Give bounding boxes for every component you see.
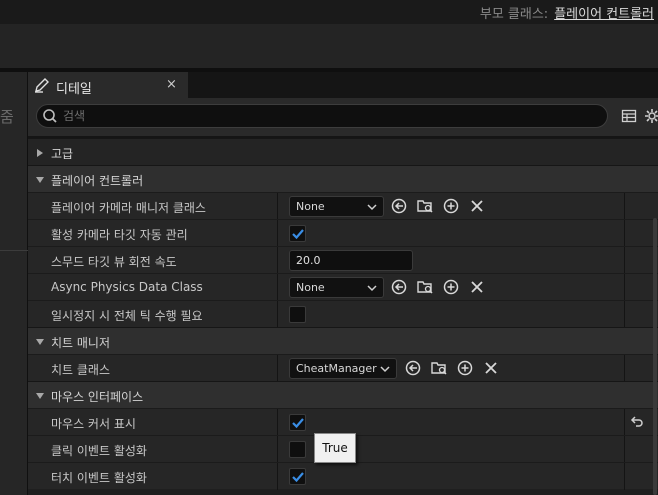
search-input[interactable] bbox=[63, 107, 593, 125]
tab-details[interactable]: 디테일 × bbox=[28, 72, 188, 98]
parent-class-label: 부모 클래스: bbox=[479, 7, 549, 22]
property-label: 마우스 커서 표시 bbox=[51, 417, 136, 431]
property-row: 치트 클래스 CheatManager bbox=[28, 354, 658, 382]
collapse-arrow-icon bbox=[36, 339, 44, 345]
viewport-cut-text: 줌 bbox=[0, 108, 14, 126]
dropdown-value: None bbox=[296, 281, 325, 294]
clear-icon[interactable] bbox=[483, 360, 499, 376]
parent-class-info: 부모 클래스: 플레이어 컨트롤러 bbox=[480, 3, 654, 22]
full-tick-when-paused-checkbox[interactable] bbox=[289, 306, 306, 323]
settings-gear-icon[interactable] bbox=[644, 108, 658, 124]
property-row: Async Physics Data Class None bbox=[28, 273, 658, 301]
property-label: 스무드 타깃 뷰 회전 속도 bbox=[51, 255, 177, 269]
scrollbar[interactable] bbox=[653, 218, 657, 495]
checkmark-icon bbox=[292, 229, 304, 240]
collapse-arrow-icon bbox=[36, 177, 44, 183]
grid-line bbox=[0, 250, 28, 251]
table-view-icon[interactable] bbox=[621, 108, 637, 124]
property-row: 스무드 타깃 뷰 회전 속도 20.0 bbox=[28, 246, 658, 274]
expand-arrow-icon bbox=[37, 149, 43, 157]
tab-details-title: 디테일 bbox=[56, 82, 92, 97]
property-row: 일시정지 시 전체 틱 수행 필요 bbox=[28, 300, 658, 328]
category-advanced[interactable]: 고급 bbox=[28, 138, 658, 165]
category-player-controller[interactable]: 플레이어 컨트롤러 bbox=[28, 165, 658, 192]
top-bar: 부모 클래스: 플레이어 컨트롤러 bbox=[0, 0, 658, 24]
clear-icon[interactable] bbox=[469, 279, 485, 295]
checkmark-icon bbox=[292, 472, 304, 483]
parent-class-link[interactable]: 플레이어 컨트롤러 bbox=[554, 7, 654, 22]
add-icon[interactable] bbox=[457, 360, 473, 376]
property-row: 터치 이벤트 활성화 bbox=[28, 462, 658, 490]
dropdown-value: CheatManager bbox=[296, 362, 377, 375]
use-selected-icon[interactable] bbox=[391, 198, 407, 214]
property-label: 일시정지 시 전체 틱 수행 필요 bbox=[51, 309, 203, 323]
property-row: 플레이어 카메라 매니저 클래스 None bbox=[28, 192, 658, 220]
cheat-class-dropdown[interactable]: CheatManager bbox=[289, 358, 397, 379]
async-physics-data-class-dropdown[interactable]: None bbox=[289, 277, 384, 298]
property-label: 터치 이벤트 활성화 bbox=[51, 471, 147, 485]
browse-folder-icon[interactable] bbox=[431, 360, 447, 376]
category-cheat-manager[interactable]: 치트 매니저 bbox=[28, 327, 658, 354]
dropdown-value: None bbox=[296, 200, 325, 213]
auto-manage-camera-target-checkbox[interactable] bbox=[289, 225, 306, 242]
chevron-down-icon bbox=[380, 366, 390, 373]
browse-folder-icon[interactable] bbox=[417, 198, 433, 214]
category-cheat-manager-label: 치트 매니저 bbox=[51, 336, 111, 350]
property-row: 활성 카메라 타깃 자동 관리 bbox=[28, 219, 658, 247]
property-label: Async Physics Data Class bbox=[51, 280, 203, 294]
toolbar-area bbox=[0, 24, 658, 68]
browse-folder-icon[interactable] bbox=[417, 279, 433, 295]
close-icon[interactable]: × bbox=[166, 77, 177, 92]
chevron-down-icon bbox=[367, 285, 377, 292]
show-mouse-cursor-checkbox[interactable] bbox=[289, 414, 306, 431]
value-tooltip: True bbox=[314, 433, 356, 463]
search-icon bbox=[43, 109, 57, 123]
smooth-rotation-speed-field[interactable]: 20.0 bbox=[289, 250, 413, 271]
add-icon[interactable] bbox=[443, 198, 459, 214]
camera-manager-class-dropdown[interactable]: None bbox=[289, 196, 384, 217]
property-label: 활성 카메라 타깃 자동 관리 bbox=[51, 228, 188, 242]
category-advanced-label: 고급 bbox=[51, 147, 74, 161]
enable-touch-events-checkbox[interactable] bbox=[289, 468, 306, 485]
pencil-icon bbox=[35, 78, 49, 93]
property-label: 치트 클래스 bbox=[51, 363, 111, 377]
category-player-controller-label: 플레이어 컨트롤러 bbox=[51, 174, 144, 188]
reset-to-default-icon[interactable] bbox=[629, 414, 645, 430]
details-toolbar bbox=[28, 98, 658, 136]
enable-click-events-checkbox[interactable] bbox=[289, 441, 306, 458]
category-mouse-interface-label: 마우스 인터페이스 bbox=[51, 390, 144, 404]
add-icon[interactable] bbox=[443, 279, 459, 295]
collapse-arrow-icon bbox=[36, 393, 44, 399]
search-box[interactable] bbox=[36, 104, 608, 128]
clear-icon[interactable] bbox=[469, 198, 485, 214]
checkmark-icon bbox=[292, 418, 304, 429]
property-row: 마우스 커서 표시 bbox=[28, 408, 658, 436]
chevron-down-icon bbox=[367, 204, 377, 211]
property-label: 클릭 이벤트 활성화 bbox=[51, 444, 147, 458]
use-selected-icon[interactable] bbox=[391, 279, 407, 295]
property-label: 플레이어 카메라 매니저 클래스 bbox=[51, 201, 206, 215]
use-selected-icon[interactable] bbox=[405, 360, 421, 376]
viewport-panel: 줌 bbox=[0, 72, 28, 495]
category-mouse-interface[interactable]: 마우스 인터페이스 bbox=[28, 381, 658, 408]
